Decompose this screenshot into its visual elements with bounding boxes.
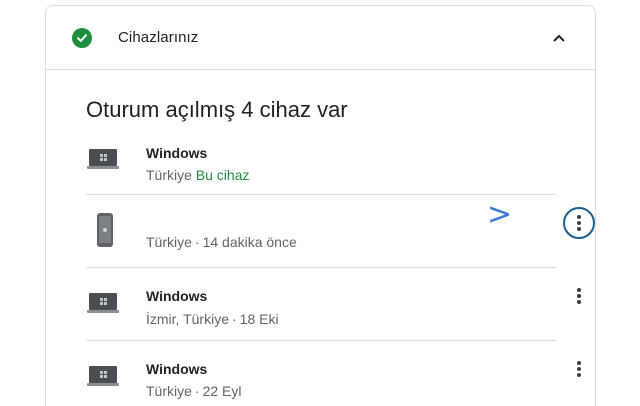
device-location: Türkiye (146, 234, 192, 250)
list-item[interactable]: Türkiye · 14 dakika önce (86, 194, 595, 266)
device-location: Türkiye (146, 383, 192, 399)
device-meta: Türkiye · 22 Eyl (146, 383, 242, 399)
device-location: Türkiye (146, 167, 192, 183)
header-title: Cihazlarınız (118, 29, 199, 46)
more-options-button[interactable] (565, 355, 593, 383)
devices-card-header[interactable]: Cihazlarınız (46, 6, 595, 70)
device-meta: Türkiye · 14 dakika önce (146, 234, 297, 250)
device-meta: İzmir, Türkiye · 18 Eki (146, 311, 279, 327)
check-circle-icon (72, 28, 92, 48)
this-device-label: Bu cihaz (195, 167, 250, 183)
device-location: İzmir, Türkiye (146, 311, 229, 327)
device-meta: Türkiye Bu cihaz (146, 167, 250, 183)
chevron-up-icon[interactable] (549, 28, 569, 48)
laptop-icon (86, 363, 120, 394)
list-item[interactable]: Windows İzmir, Türkiye · 18 Eki (86, 267, 581, 339)
laptop-icon (86, 146, 120, 177)
page-title: Oturum açılmış 4 cihaz var (86, 97, 348, 122)
list-item[interactable]: Windows Türkiye · 22 Eyl (86, 340, 581, 406)
device-name: Windows (146, 361, 208, 377)
device-last-seen: 14 dakika önce (202, 234, 297, 250)
devices-card: Cihazlarınız Oturum açılmış 4 cihaz var … (45, 5, 596, 406)
more-options-button[interactable] (563, 207, 595, 239)
more-options-button[interactable] (565, 282, 593, 310)
device-name: Windows (146, 145, 208, 161)
device-last-seen: 18 Eki (239, 311, 279, 327)
annotation-arrow: > (487, 197, 513, 232)
device-last-seen: 22 Eyl (202, 383, 242, 399)
phone-icon (96, 212, 114, 253)
laptop-icon (86, 290, 120, 321)
device-name: Windows (146, 288, 208, 304)
